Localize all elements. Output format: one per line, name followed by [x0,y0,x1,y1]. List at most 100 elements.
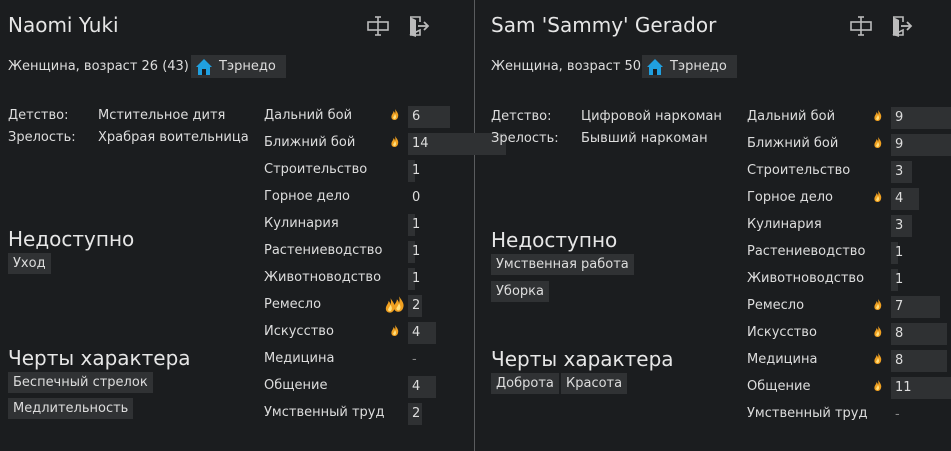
skill-value: 1 [895,272,904,287]
minor-passion-icon [873,298,883,315]
trait-tag[interactable]: Красота [561,373,628,394]
skill-value: 3 [895,164,904,179]
skill-value: 14 [412,136,429,151]
skill-row[interactable]: Умственный труд 2 [264,402,464,426]
trait-tag[interactable]: Доброта [491,373,559,394]
banish-icon[interactable] [889,14,913,38]
adulthood-value[interactable]: Бывший наркоман [581,131,708,146]
gender-age: Женщина, возраст 26 (43) [8,59,189,74]
traits-title: Черты характера [8,346,191,370]
skill-row[interactable]: Животноводство 1 [747,268,947,292]
skill-row[interactable]: Ближний бой 14 [264,132,506,156]
major-passion-icon [384,293,404,317]
skill-value: 1 [412,244,421,259]
skill-value: 1 [412,217,421,232]
skill-name: Общение [264,378,328,393]
skill-row[interactable]: Горное дело 0 [264,186,464,210]
skill-name: Искусство [264,324,334,339]
skill-name: Горное дело [747,190,833,205]
skill-name: Строительство [747,163,851,178]
skill-row[interactable]: Медицина - [264,348,464,372]
skill-value: 2 [412,298,421,313]
skill-name: Растениеводство [264,243,383,258]
skill-value: 4 [412,325,421,340]
adulthood-value[interactable]: Храбрая воительница [98,130,249,145]
disabled-work-tag[interactable]: Умственная работа [491,254,634,275]
skill-row[interactable]: Общение 4 [264,375,464,399]
skill-row[interactable]: Горное дело 4 [747,187,947,211]
skill-value: 0 [412,190,421,205]
disabled-work-tag[interactable]: Уход [8,253,51,274]
rename-icon[interactable] [366,14,390,38]
skill-value: 4 [895,191,904,206]
skill-name: Животноводство [747,271,865,286]
faction-button[interactable]: Тэрнедо [191,55,286,78]
skill-name: Искусство [747,325,817,340]
skill-row[interactable]: Строительство 1 [264,159,464,183]
home-icon [647,58,663,75]
skill-value: 7 [895,299,904,314]
skill-row[interactable]: Искусство 8 [747,322,947,346]
skill-row[interactable]: Растениеводство 1 [264,240,464,264]
adulthood-label: Зрелость: [491,131,559,146]
pawn-card-naomi: Naomi Yuki Женщина, возраст 26 (43) Тэрн… [0,0,506,451]
skill-value: 11 [895,380,912,395]
skill-row[interactable]: Общение 11 [747,376,951,400]
minor-passion-icon [390,108,400,125]
skill-value: 1 [412,271,421,286]
skill-value: 1 [895,245,904,260]
skill-row[interactable]: Ремесло 7 [747,295,947,319]
skill-value: - [412,352,417,367]
skill-row[interactable]: Медицина 8 [747,349,947,373]
skill-name: Животноводство [264,270,382,285]
skill-row[interactable]: Животноводство 1 [264,267,464,291]
skill-name: Растениеводство [747,244,866,259]
skill-name: Ремесло [747,298,805,313]
trait-tag[interactable]: Беспечный стрелок [8,372,153,393]
skill-value: 4 [412,379,421,394]
pawn-card-sam: Sam 'Sammy' Gerador Женщина, возраст 50 … [475,0,951,451]
minor-passion-icon [390,135,400,152]
traits-title: Черты характера [491,347,674,371]
adulthood-label: Зрелость: [8,130,76,145]
skill-value: 6 [412,109,421,124]
skill-name: Дальний бой [747,109,836,124]
pawn-name: Sam 'Sammy' Gerador [491,13,717,37]
skill-row[interactable]: Ближний бой 9 [747,133,951,157]
skill-row[interactable]: Дальний бой 9 [747,106,951,130]
skill-row[interactable]: Искусство 4 [264,321,464,345]
skill-row[interactable]: Растениеводство 1 [747,241,947,265]
home-icon [196,58,212,75]
skill-name: Медицина [264,351,335,366]
pawn-name: Naomi Yuki [8,13,119,37]
rename-icon[interactable] [849,14,873,38]
childhood-value[interactable]: Мстительное дитя [98,108,225,123]
skill-row[interactable]: Умственный труд - [747,403,947,427]
skill-name: Горное дело [264,189,350,204]
minor-passion-icon [390,324,400,341]
disabled-work-tag[interactable]: Уборка [491,281,549,302]
skill-name: Кулинария [264,216,339,231]
skill-value: 3 [895,218,904,233]
faction-button[interactable]: Тэрнедо [642,55,737,78]
skill-row[interactable]: Кулинария 3 [747,214,947,238]
minor-passion-icon [873,325,883,342]
skill-row[interactable]: Дальний бой 6 [264,105,464,129]
skill-row[interactable]: Ремесло 2 [264,294,464,318]
minor-passion-icon [873,136,883,153]
trait-tag[interactable]: Медлительность [8,398,134,419]
banish-icon[interactable] [406,14,430,38]
skill-name: Ближний бой [747,136,839,151]
childhood-value[interactable]: Цифровой наркоман [581,109,722,124]
skill-row[interactable]: Кулинария 1 [264,213,464,237]
skill-name: Кулинария [747,217,822,232]
skill-value: 9 [895,110,904,125]
skill-value: 8 [895,326,904,341]
skill-name: Общение [747,379,811,394]
skill-value: 1 [412,163,421,178]
disabled-title: Недоступно [8,227,135,251]
skill-value: 9 [895,137,904,152]
skill-row[interactable]: Строительство 3 [747,160,947,184]
faction-label: Тэрнедо [219,59,276,74]
minor-passion-icon [873,109,883,126]
